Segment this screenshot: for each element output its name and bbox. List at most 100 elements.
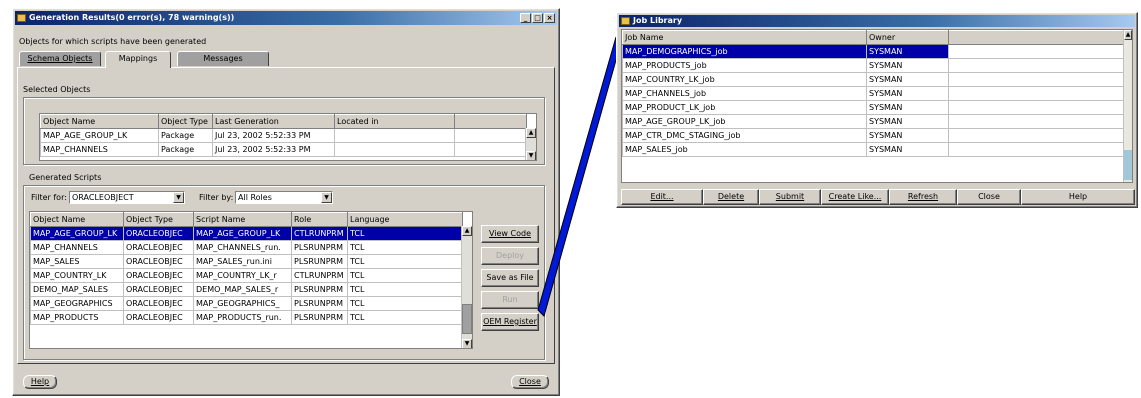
cell: ORACLEOBJEC	[123, 296, 194, 311]
filter-for-label: Filter for:	[31, 193, 67, 202]
scroll-thumb[interactable]	[462, 304, 472, 334]
table-row[interactable]: MAP_PRODUCTS_job SYSMAN	[622, 58, 1125, 73]
cell: MAP_COUNTRY_LK_job	[622, 72, 867, 87]
cell: MAP_CTR_DMC_STAGING_job	[622, 128, 867, 143]
job-table-scrollbar[interactable]: ▲	[1123, 30, 1132, 182]
col-header[interactable]: Object Name	[30, 212, 124, 227]
table-row[interactable]: MAP_AGE_GROUP_LK Package Jul 23, 2002 5:…	[40, 128, 527, 143]
filter-by-select[interactable]: All Roles ▼	[235, 191, 333, 204]
cell: TCL	[347, 296, 463, 311]
table-row-selected[interactable]: MAP_DEMOGRAPHICS_job SYSMAN	[622, 44, 1125, 59]
table-row[interactable]: MAP_CHANNELS_job SYSMAN	[622, 86, 1125, 101]
cell	[948, 58, 1125, 73]
col-header	[948, 30, 1125, 45]
selected-objects-label: Selected Objects	[23, 85, 91, 94]
col-header[interactable]: Job Name	[622, 30, 867, 45]
cell	[334, 128, 455, 143]
cell	[454, 142, 527, 157]
table-row[interactable]: MAP_CHANNELS Package Jul 23, 2002 5:52:3…	[40, 142, 527, 157]
cell: SYSMAN	[866, 128, 949, 143]
col-header[interactable]: Object Name	[40, 114, 159, 129]
cell: MAP_AGE_GROUP_LK	[40, 128, 159, 143]
cell: MAP_CHANNELS	[30, 240, 124, 255]
table-row[interactable]: DEMO_MAP_SALES ORACLEOBJEC DEMO_MAP_SALE…	[30, 282, 463, 297]
tab-messages[interactable]: Messages	[177, 51, 269, 66]
col-header[interactable]: Owner	[866, 30, 949, 45]
col-header[interactable]: Role	[291, 212, 348, 227]
cell: TCL	[347, 268, 463, 283]
cell: TCL	[347, 240, 463, 255]
refresh-button[interactable]: Refresh	[889, 189, 957, 205]
table-row[interactable]: MAP_PRODUCTS ORACLEOBJEC MAP_PRODUCTS_ru…	[30, 310, 463, 325]
job-library-titlebar[interactable]: Job Library	[619, 15, 1135, 27]
cell: MAP_SALES_run.ini	[193, 254, 292, 269]
scripts-scrollbar[interactable]: ▲ ▼	[461, 226, 472, 348]
table-row[interactable]: MAP_COUNTRY_LK ORACLEOBJEC MAP_COUNTRY_L…	[30, 268, 463, 283]
generated-scripts-label: Generated Scripts	[29, 173, 102, 182]
table-row[interactable]: MAP_COUNTRY_LK_job SYSMAN	[622, 72, 1125, 87]
cell: CTLRUNPRM	[291, 226, 348, 241]
col-header[interactable]: Located in	[334, 114, 455, 129]
cell: PLSRUNPRM	[291, 240, 348, 255]
dialog-title: Generation Results(0 error(s), 78 warnin…	[29, 13, 235, 22]
cell	[334, 142, 455, 157]
cell: MAP_COUNTRY_LK	[30, 268, 124, 283]
cell: SYSMAN	[866, 86, 949, 101]
table-row[interactable]: MAP_PRODUCT_LK_job SYSMAN	[622, 100, 1125, 115]
filter-by-label: Filter by:	[199, 193, 234, 202]
table-row[interactable]: MAP_SALES ORACLEOBJEC MAP_SALES_run.ini …	[30, 254, 463, 269]
table-row[interactable]: MAP_GEOGRAPHICS ORACLEOBJEC MAP_GEOGRAPH…	[30, 296, 463, 311]
help-button[interactable]: Help	[23, 375, 57, 389]
close-button[interactable]: Close	[511, 375, 549, 389]
create-like-button[interactable]: Create Like...	[821, 189, 889, 205]
delete-button[interactable]: Delete	[703, 189, 759, 205]
table-row[interactable]: MAP_CTR_DMC_STAGING_job SYSMAN	[622, 128, 1125, 143]
tab-mappings[interactable]: Mappings	[105, 51, 171, 68]
cell	[948, 114, 1125, 129]
dialog-titlebar[interactable]: Generation Results(0 error(s), 78 warnin…	[15, 11, 557, 25]
table-row[interactable]: MAP_CHANNELS ORACLEOBJEC MAP_CHANNELS_ru…	[30, 240, 463, 255]
col-header[interactable]: Language	[347, 212, 463, 227]
scripts-table[interactable]: Object Name Object Type Script Name Role…	[29, 211, 473, 349]
col-header[interactable]: Object Type	[123, 212, 194, 227]
cell: SYSMAN	[866, 58, 949, 73]
cell: MAP_PRODUCTS_job	[622, 58, 867, 73]
help-button[interactable]: Help	[1021, 189, 1135, 205]
col-header[interactable]: Last Generation	[212, 114, 335, 129]
cell: ORACLEOBJEC	[123, 240, 194, 255]
scroll-up-icon[interactable]: ▲	[1124, 30, 1132, 40]
scroll-thumb[interactable]	[1124, 150, 1132, 180]
table-row-selected[interactable]: MAP_AGE_GROUP_LK ORACLEOBJEC MAP_AGE_GRO…	[30, 226, 463, 241]
close-button[interactable]: Close	[957, 189, 1021, 205]
col-header[interactable]: Object Type	[158, 114, 213, 129]
cell: DEMO_MAP_SALES_r	[193, 282, 292, 297]
col-header[interactable]: Script Name	[193, 212, 292, 227]
tab-schema-objects[interactable]: Schema Objects	[19, 51, 101, 66]
table-row[interactable]: MAP_AGE_GROUP_LK_job SYSMAN	[622, 114, 1125, 129]
cell: PLSRUNPRM	[291, 254, 348, 269]
cell: ORACLEOBJEC	[123, 226, 194, 241]
cell: MAP_CHANNELS_job	[622, 86, 867, 101]
cell: CTLRUNPRM	[291, 268, 348, 283]
col-header[interactable]	[454, 114, 527, 129]
submit-button[interactable]: Submit	[759, 189, 821, 205]
cell: ORACLEOBJEC	[123, 282, 194, 297]
table-row[interactable]: MAP_SALES_job SYSMAN	[622, 142, 1125, 157]
scroll-down-icon[interactable]: ▼	[462, 339, 472, 348]
cell: MAP_GEOGRAPHICS_	[193, 296, 292, 311]
filter-for-select[interactable]: ORACLEOBJECT ▼	[69, 191, 185, 204]
chevron-down-icon[interactable]: ▼	[321, 192, 332, 203]
cell: Package	[158, 128, 213, 143]
cell: MAP_AGE_GROUP_LK_job	[622, 114, 867, 129]
cell: MAP_SALES_job	[622, 142, 867, 157]
cell	[948, 44, 1125, 59]
cell: MAP_PRODUCTS	[30, 310, 124, 325]
cell: MAP_CHANNELS	[40, 142, 159, 157]
cell: ORACLEOBJEC	[123, 254, 194, 269]
selected-objects-table[interactable]: Object Name Object Type Last Generation …	[39, 113, 537, 161]
cell: MAP_AGE_GROUP_LK	[30, 226, 124, 241]
scroll-up-icon[interactable]: ▲	[462, 226, 472, 236]
job-table[interactable]: Job Name Owner MAP_DEMOGRAPHICS_job SYSM…	[621, 29, 1133, 183]
edit-button[interactable]: Edit...	[621, 189, 703, 205]
chevron-down-icon[interactable]: ▼	[173, 192, 184, 203]
